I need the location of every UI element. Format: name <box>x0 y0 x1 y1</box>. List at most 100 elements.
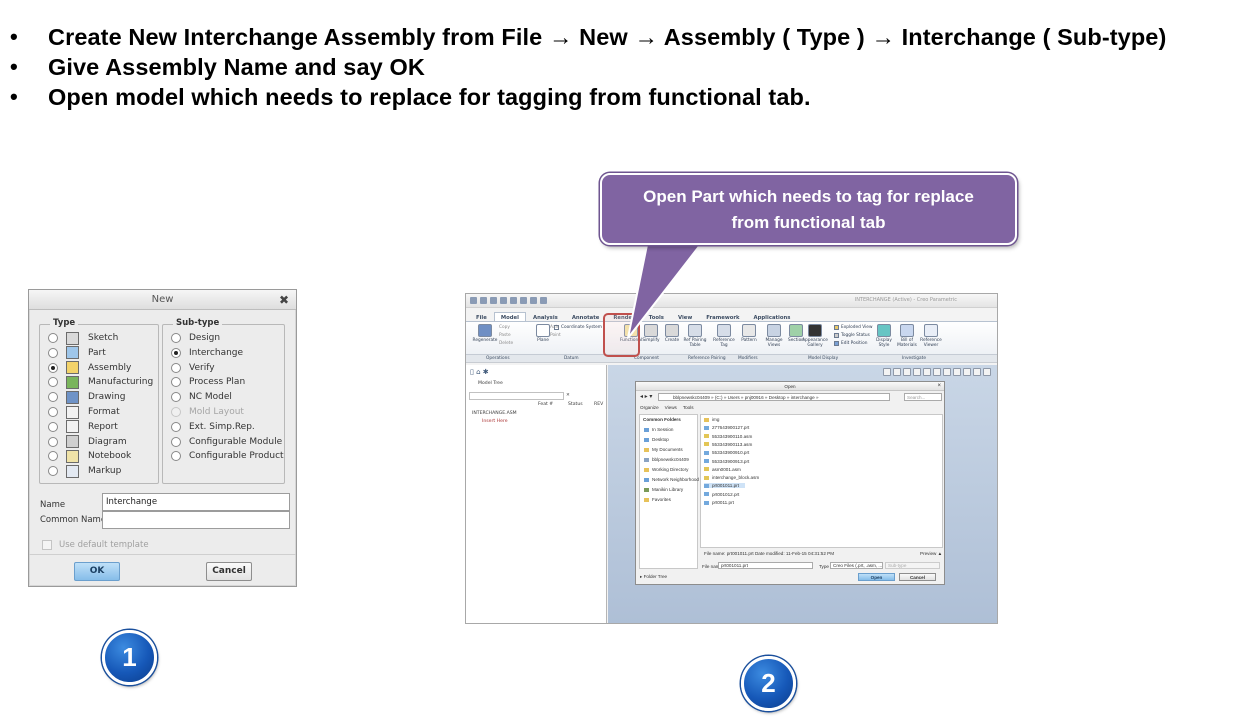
group-operations[interactable]: Operations <box>486 356 510 361</box>
cancel-button[interactable]: Cancel <box>899 573 936 581</box>
datum-display-icon[interactable] <box>953 368 961 376</box>
undo-icon[interactable] <box>500 297 507 304</box>
radio-button[interactable] <box>48 407 58 417</box>
zoom-out-icon[interactable] <box>903 368 911 376</box>
radio-button[interactable] <box>171 436 181 447</box>
radio-button[interactable] <box>171 362 181 373</box>
model-tree-search[interactable] <box>469 392 564 400</box>
file-item[interactable]: 553343900910.prt <box>704 450 749 455</box>
ribbon-small-point[interactable]: Point <box>550 333 561 338</box>
common-folder-favorites[interactable]: Favorites <box>644 497 671 502</box>
group-reference-pairing[interactable]: Reference Pairing <box>688 356 726 361</box>
group-modifiers[interactable]: Modifiers <box>738 356 758 361</box>
back-forward-icons[interactable]: ◂ ▸ ▾ <box>640 393 652 400</box>
tools-menu[interactable]: Tools <box>683 405 694 410</box>
search-input[interactable]: Search... <box>904 393 942 401</box>
ribbon-button-reference-viewer[interactable]: Reference Viewer <box>918 324 944 348</box>
model-tree-clear-icon[interactable]: ✕ <box>566 393 570 398</box>
close-icon[interactable]: × <box>937 382 941 391</box>
saved-orientations-icon[interactable] <box>933 368 941 376</box>
radio-button[interactable] <box>48 466 58 477</box>
display-style-icon[interactable] <box>923 368 931 376</box>
type-select[interactable]: Creo Files (.prt, .asm, ...) <box>830 562 883 569</box>
radio-button[interactable] <box>48 392 58 403</box>
repaint-icon[interactable] <box>913 368 921 376</box>
subtype-option-design[interactable]: Design <box>171 331 220 345</box>
file-item[interactable]: 553343900113.asm <box>704 442 752 447</box>
insert-here-marker[interactable]: Insert Here <box>482 419 508 424</box>
preview-toggle[interactable]: Preview ▲ <box>920 551 942 556</box>
ribbon-button-edit-position[interactable]: Edit Position <box>834 341 867 346</box>
navigator-icons[interactable]: ▯ ⌂ ✱ <box>470 368 489 376</box>
close-window-icon[interactable] <box>540 297 547 304</box>
file-item[interactable]: img <box>704 417 719 422</box>
group-model-display[interactable]: Model Display <box>808 356 838 361</box>
radio-button[interactable] <box>48 436 58 447</box>
type-option-manufacturing[interactable]: Manufacturing <box>48 375 153 389</box>
ribbon-button-toggle-status[interactable]: Toggle Status <box>834 333 870 338</box>
subtype-option-configurable-product[interactable]: Configurable Product <box>171 449 284 463</box>
type-option-diagram[interactable]: Diagram <box>48 435 127 449</box>
file-item[interactable]: prt001012.prt <box>704 492 739 497</box>
tree-root-asm[interactable]: INTERCHANGE.ASM <box>472 411 517 416</box>
ribbon-button-ref-pairing-table[interactable]: Ref Pairing Table <box>682 324 708 348</box>
zoom-in-icon[interactable] <box>893 368 901 376</box>
file-item[interactable]: prt001011.prt <box>704 483 745 489</box>
regenerate-icon[interactable] <box>520 297 527 304</box>
file-item[interactable]: prt0011.prt <box>704 500 734 505</box>
type-option-sketch[interactable]: Sketch <box>48 331 118 345</box>
subtype-select[interactable]: Sub-type <box>885 562 940 569</box>
save-icon[interactable] <box>490 297 497 304</box>
name-field[interactable]: Interchange <box>102 493 290 511</box>
subtype-option-verify[interactable]: Verify <box>171 361 215 375</box>
common-folder-my-documents[interactable]: My Documents <box>644 447 683 452</box>
spin-center-icon[interactable] <box>963 368 971 376</box>
folder-tree-toggle[interactable]: ▸ Folder Tree <box>640 574 667 580</box>
ribbon-button-bill-of-materials[interactable]: Bill of Materials <box>894 324 920 348</box>
group-investigate[interactable]: Investigate <box>902 356 926 361</box>
type-option-markup[interactable]: Markup <box>48 464 121 478</box>
subtype-option-process-plan[interactable]: Process Plan <box>171 375 245 389</box>
type-option-assembly[interactable]: Assembly <box>48 361 131 375</box>
file-item[interactable]: 553343900913.prt <box>704 459 749 464</box>
ribbon-small-paste[interactable]: Paste <box>499 333 511 338</box>
ribbon-small-axis[interactable]: Axis <box>550 325 559 330</box>
common-name-field[interactable] <box>102 511 290 529</box>
view-options-icon[interactable] <box>983 368 991 376</box>
type-option-notebook[interactable]: Notebook <box>48 449 131 463</box>
ribbon-button-coordinate-system[interactable]: Coordinate System <box>554 325 602 330</box>
type-option-format[interactable]: Format <box>48 405 120 419</box>
use-default-template-checkbox[interactable]: Use default template <box>42 540 149 550</box>
file-item[interactable]: asm0001.asm <box>704 467 741 472</box>
annotation-display-icon[interactable] <box>973 368 981 376</box>
common-folder-network-neighborhood[interactable]: Network Neighborhood <box>644 477 699 482</box>
radio-button[interactable] <box>48 333 58 343</box>
radio-button[interactable] <box>171 451 181 462</box>
radio-button[interactable] <box>48 347 58 358</box>
subtype-option-ext-simp-rep-[interactable]: Ext. Simp.Rep. <box>171 420 255 434</box>
common-folder-working-directory[interactable]: Working Directory <box>644 467 688 472</box>
ok-button[interactable]: OK <box>74 562 120 581</box>
views-menu[interactable]: Views <box>665 405 677 410</box>
radio-button[interactable] <box>48 451 58 462</box>
subtype-option-nc-model[interactable]: NC Model <box>171 390 232 404</box>
ribbon-button-pattern[interactable]: Pattern <box>736 324 762 343</box>
group-datum[interactable]: Datum <box>564 356 579 361</box>
new-icon[interactable] <box>470 297 477 304</box>
subtype-option-interchange[interactable]: Interchange <box>171 346 243 360</box>
radio-button[interactable] <box>171 333 181 343</box>
ribbon-button-exploded-view[interactable]: Exploded View <box>834 325 872 330</box>
type-option-drawing[interactable]: Drawing <box>48 390 125 404</box>
close-icon[interactable]: ✖ <box>279 290 289 310</box>
radio-button[interactable] <box>48 377 58 388</box>
address-bar[interactable]: bblpnewskc04409 » (C:) » Users » pnj0091… <box>658 393 890 401</box>
ribbon-small-copy[interactable]: Copy <box>499 325 510 330</box>
redo-icon[interactable] <box>510 297 517 304</box>
view-manager-icon[interactable] <box>943 368 951 376</box>
group-component[interactable]: Component <box>634 356 659 361</box>
refit-icon[interactable] <box>883 368 891 376</box>
ribbon-small-delete[interactable]: Delete <box>499 341 513 346</box>
radio-button[interactable] <box>171 347 181 358</box>
ribbon-button-reference-tag[interactable]: Reference Tag <box>711 324 737 348</box>
common-folder-in-session[interactable]: In Session <box>644 427 673 432</box>
